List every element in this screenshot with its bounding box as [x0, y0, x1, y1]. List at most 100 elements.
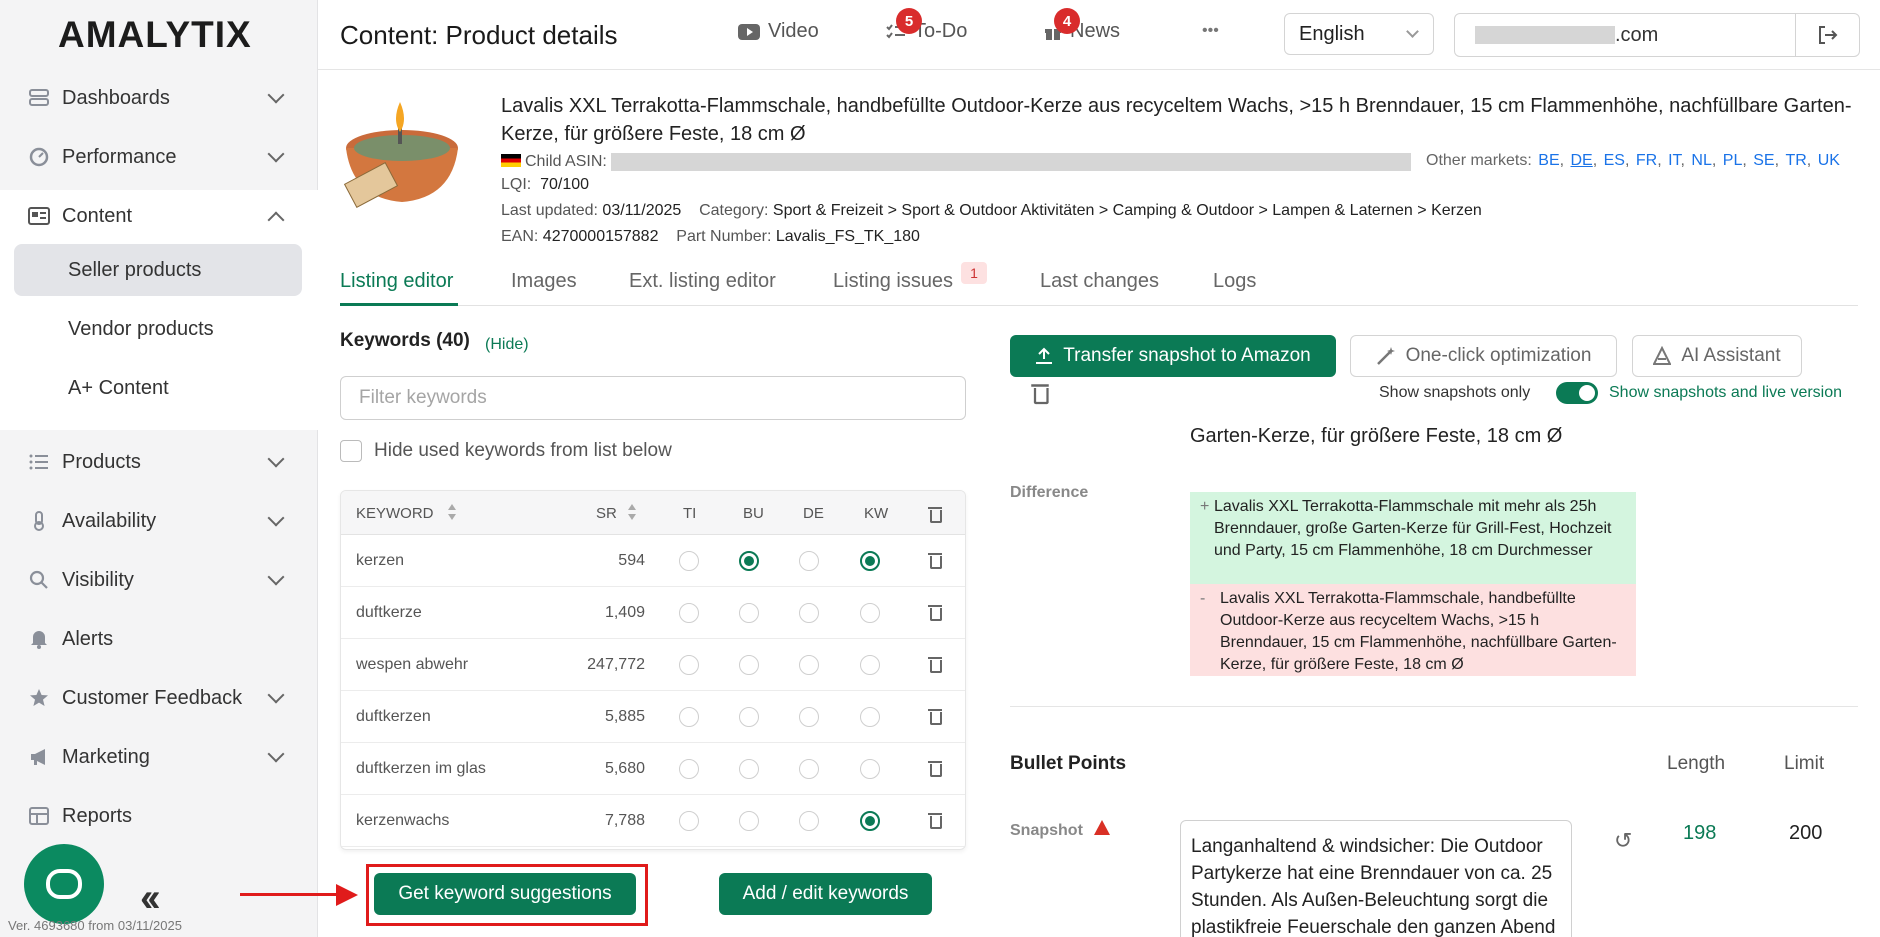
sidebar-item-availability[interactable]: Availability: [0, 495, 318, 547]
collapse-sidebar-icon[interactable]: ‹‹: [140, 876, 160, 921]
keyword-de-radio[interactable]: [799, 603, 819, 623]
hide-used-checkbox[interactable]: [340, 440, 362, 462]
sidebar-item-performance[interactable]: Performance: [0, 131, 318, 183]
keyword-de-radio[interactable]: [799, 551, 819, 571]
trash-icon[interactable]: [928, 551, 942, 569]
sidebar-item-visibility[interactable]: Visibility: [0, 554, 318, 606]
market-link[interactable]: DE: [1571, 152, 1593, 169]
market-link[interactable]: NL: [1691, 152, 1711, 169]
tab-logs[interactable]: Logs: [1213, 270, 1256, 293]
todo-button[interactable]: To-Do 5: [886, 8, 967, 43]
video-button[interactable]: Video: [738, 20, 819, 43]
sidebar-subitem-vendor-products[interactable]: Vendor products: [14, 303, 302, 355]
issues-count-badge: 1: [961, 262, 987, 284]
keyword-ti-radio[interactable]: [679, 603, 699, 623]
hide-used-keywords-option[interactable]: Hide used keywords from list below: [340, 440, 672, 462]
keyword-ti-radio[interactable]: [679, 551, 699, 571]
trash-icon[interactable]: [928, 759, 942, 777]
tab-label: Listing issues: [833, 270, 954, 292]
transfer-snapshot-button[interactable]: Transfer snapshot to Amazon: [1010, 335, 1336, 377]
market-link[interactable]: UK: [1818, 152, 1840, 169]
section-divider: [1010, 706, 1858, 707]
chat-support-button[interactable]: [24, 844, 104, 924]
snapshot-view-toggle[interactable]: [1556, 382, 1598, 404]
sidebar-item-content[interactable]: Content: [0, 190, 318, 242]
sort-icon[interactable]: [447, 503, 457, 521]
news-button[interactable]: News 4: [1044, 8, 1120, 43]
sidebar-item-products[interactable]: Products: [0, 436, 318, 488]
keyword-bu-radio[interactable]: [739, 603, 759, 623]
keyword-kw-radio[interactable]: [860, 811, 880, 831]
market-link[interactable]: ES: [1604, 152, 1625, 169]
language-select[interactable]: English: [1284, 13, 1434, 55]
sidebar-item-customer-feedback[interactable]: Customer Feedback: [0, 672, 318, 724]
bullet-point-textarea[interactable]: Langanhaltend & windsicher: Die Outdoor …: [1180, 820, 1572, 937]
trash-icon[interactable]: [928, 603, 942, 621]
keyword-de-radio[interactable]: [799, 759, 819, 779]
more-menu-button[interactable]: •••: [1202, 22, 1219, 40]
keyword-kw-radio[interactable]: [860, 603, 880, 623]
sidebar-item-alerts[interactable]: Alerts: [0, 613, 318, 665]
tab-listing-editor[interactable]: Listing editor: [340, 270, 453, 293]
column-header-sr[interactable]: SR: [596, 505, 617, 522]
sidebar-item-marketing[interactable]: Marketing: [0, 731, 318, 783]
market-link[interactable]: IT: [1668, 152, 1680, 169]
one-click-optimization-button[interactable]: One-click optimization: [1350, 335, 1617, 377]
column-header-keyword[interactable]: KEYWORD: [356, 505, 434, 522]
keyword-kw-radio[interactable]: [860, 551, 880, 571]
trash-icon[interactable]: [928, 655, 942, 673]
keyword-bu-radio[interactable]: [739, 759, 759, 779]
keyword-ti-radio[interactable]: [679, 811, 699, 831]
filter-keywords-input[interactable]: [340, 376, 966, 420]
sidebar-item-reports[interactable]: Reports: [0, 790, 318, 842]
sidebar-subitem-seller-products[interactable]: Seller products: [14, 244, 302, 296]
undo-icon[interactable]: ↺: [1614, 828, 1632, 854]
keyword-kw-radio[interactable]: [860, 707, 880, 727]
table-row: duftkerzen 5,885: [341, 691, 965, 743]
market-link[interactable]: FR: [1636, 152, 1657, 169]
tab-images[interactable]: Images: [511, 270, 577, 293]
tab-listing-issues[interactable]: Listing issues 1: [833, 262, 987, 293]
keyword-kw-radio[interactable]: [860, 759, 880, 779]
sidebar-item-dashboards[interactable]: Dashboards: [0, 72, 318, 124]
trash-icon[interactable]: [928, 811, 942, 829]
account-field[interactable]: .com: [1454, 13, 1860, 57]
update-category-row: Last updated: 03/11/2025 Category: Sport…: [501, 202, 1482, 220]
market-link[interactable]: SE: [1753, 152, 1774, 169]
page-title: Content: Product details: [340, 20, 618, 50]
diff-removed-block: - Lavalis XXL Terrakotta-Flammschale, ha…: [1190, 584, 1636, 676]
market-link[interactable]: TR: [1785, 152, 1806, 169]
trash-icon[interactable]: [1031, 382, 1049, 405]
keyword-kw-radio[interactable]: [860, 655, 880, 675]
tab-last-changes[interactable]: Last changes: [1040, 270, 1159, 293]
diff-added-block: + Lavalis XXL Terrakotta-Flammschale mit…: [1190, 492, 1636, 584]
keyword-bu-radio[interactable]: [739, 707, 759, 727]
keyword-bu-radio[interactable]: [739, 811, 759, 831]
sort-icon[interactable]: [627, 503, 637, 521]
keyword-bu-radio[interactable]: [739, 655, 759, 675]
tab-ext-listing-editor[interactable]: Ext. listing editor: [629, 270, 776, 293]
sidebar-subitem-aplus-content[interactable]: A+ Content: [14, 362, 302, 414]
keyword-bu-radio[interactable]: [739, 551, 759, 571]
keyword-ti-radio[interactable]: [679, 759, 699, 779]
market-link[interactable]: PL: [1723, 152, 1743, 169]
chat-icon: [46, 869, 82, 899]
sidebar-item-label: Dashboards: [62, 86, 170, 109]
keyword-de-radio[interactable]: [799, 655, 819, 675]
market-link[interactable]: BE: [1538, 152, 1559, 169]
logout-button[interactable]: [1795, 14, 1859, 56]
keyword-ti-radio[interactable]: [679, 707, 699, 727]
search-rank-cell: 5,680: [604, 760, 645, 777]
trash-icon[interactable]: [928, 707, 942, 725]
keyword-ti-radio[interactable]: [679, 655, 699, 675]
add-edit-keywords-button[interactable]: Add / edit keywords: [719, 873, 932, 915]
keyword-de-radio[interactable]: [799, 707, 819, 727]
chevron-down-icon: [267, 745, 285, 763]
trash-icon[interactable]: [928, 505, 942, 523]
ai-assistant-button[interactable]: AI Assistant: [1632, 335, 1802, 377]
search-icon: [28, 569, 50, 591]
show-snapshots-only-label: Show snapshots only: [1379, 384, 1531, 401]
other-markets-label: Other markets:: [1426, 152, 1532, 169]
hide-keywords-link[interactable]: (Hide): [485, 336, 529, 354]
keyword-de-radio[interactable]: [799, 811, 819, 831]
